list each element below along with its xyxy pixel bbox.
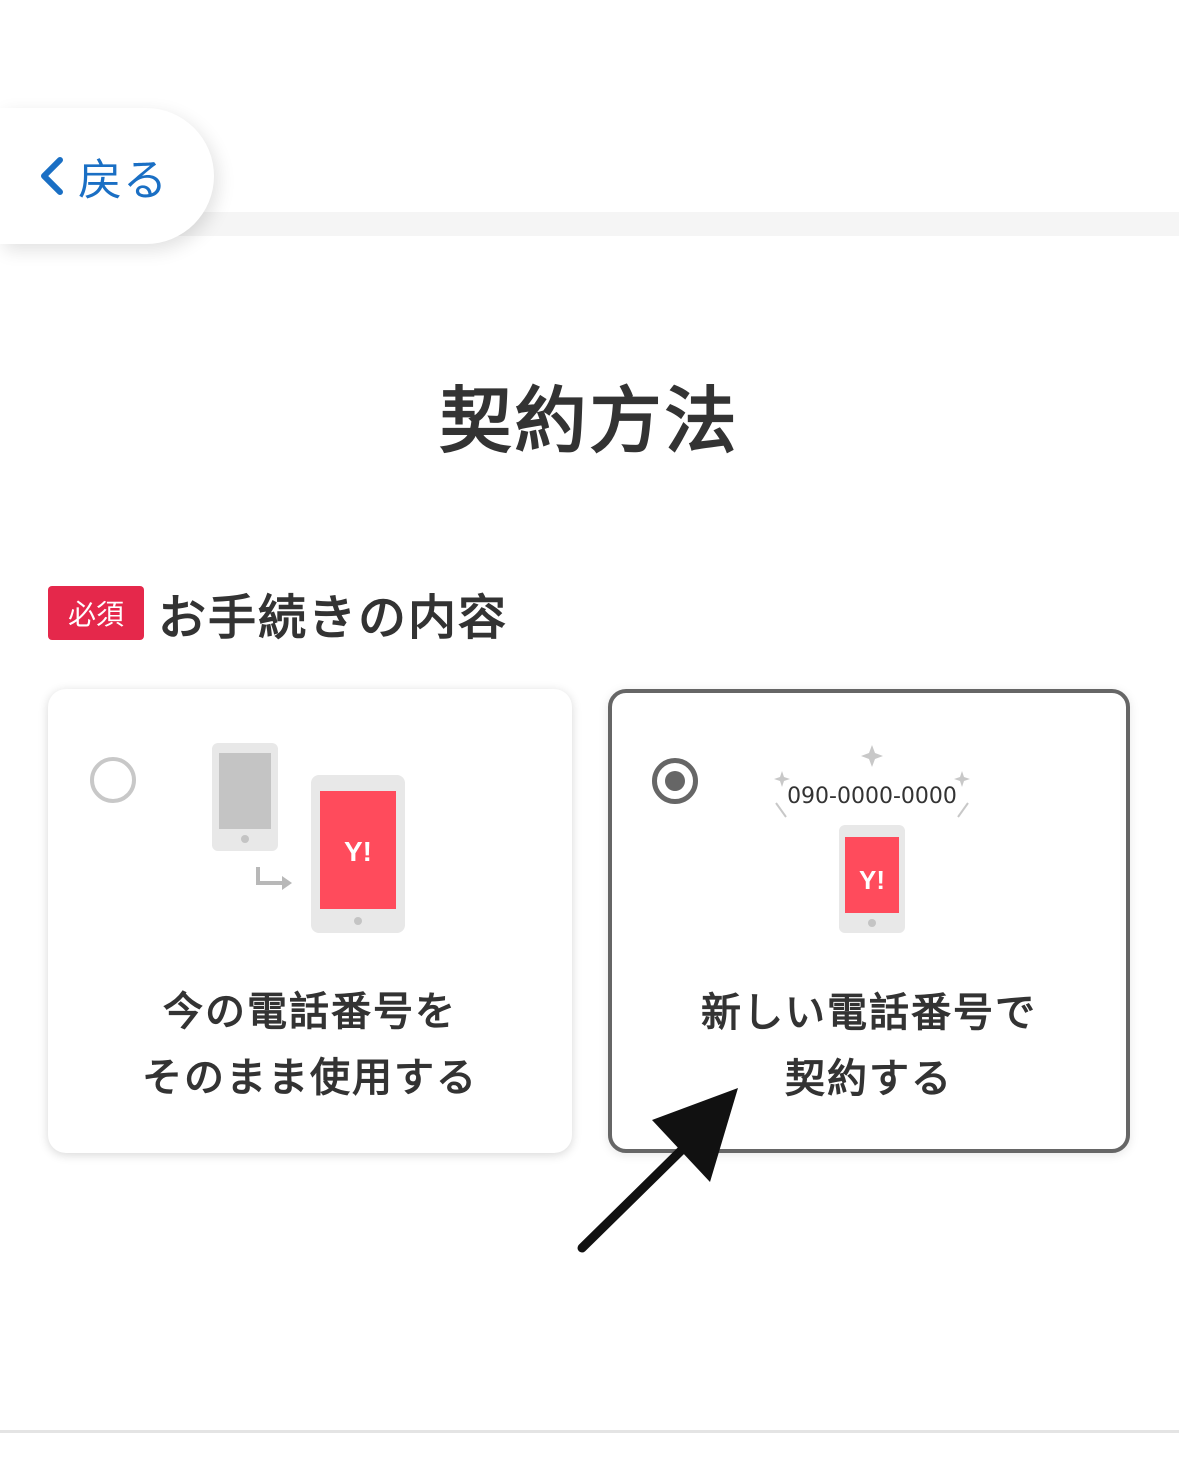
radio-button-selected[interactable] [652,758,698,804]
option-label-line1: 今の電話番号を [163,989,457,1035]
arrow-icon [577,1088,738,1253]
phone-logo-text: Y! [859,865,885,895]
back-button[interactable]: 戻る [0,108,214,244]
chevron-left-icon [41,157,63,195]
bottom-divider [0,1430,1179,1433]
radio-button-unselected[interactable] [90,757,136,803]
option-label-line1: 新しい電話番号で [701,990,1037,1036]
option-keep-number[interactable]: Y! 今の電話番号を そのまま使用する [48,689,572,1153]
section-header: 必須 お手続きの内容 [48,578,508,648]
required-badge: 必須 [48,586,144,640]
phone-number-text: 090-0000-0000 [787,784,957,809]
option-label-line2: そのまま使用する [142,1055,478,1101]
page-title: 契約方法 [439,379,740,463]
option-label: 今の電話番号を そのまま使用する [48,979,572,1111]
back-label: 戻る [78,155,168,206]
number-transfer-illustration: Y! [212,743,405,933]
section-title: お手続きの内容 [158,590,509,646]
radio-dot [665,771,685,791]
new-number-illustration: 090-0000-0000 Y! [774,745,970,933]
phone-logo-text: Y! [344,836,372,867]
